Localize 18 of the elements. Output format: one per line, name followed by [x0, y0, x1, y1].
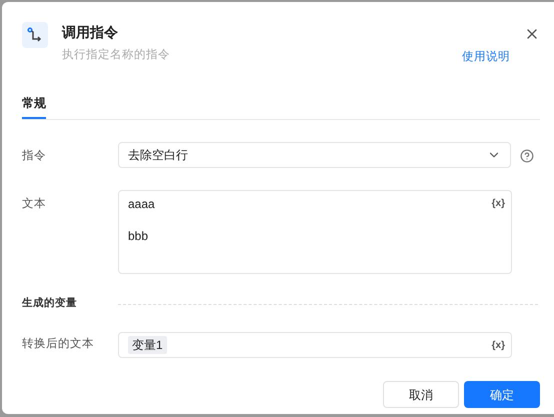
- tab[interactable]: 常规: [22, 94, 46, 120]
- field-label: 转换后的文本: [22, 336, 95, 352]
- cancel-button[interactable]: 取消: [383, 381, 459, 408]
- variable-field[interactable]: 变量1 {x}: [118, 332, 512, 358]
- section-title: 生成的变量: [22, 296, 78, 312]
- help-link[interactable]: 使用说明: [462, 49, 510, 66]
- command-select[interactable]: 去除空白行: [118, 142, 512, 168]
- dialog-subtitle: 执行指定名称的指令: [62, 48, 171, 62]
- dialog-title: 调用指令: [62, 23, 119, 41]
- variable-button[interactable]: {x}: [492, 338, 505, 352]
- field-label: 指令: [22, 148, 47, 164]
- variable-tag: 变量1: [128, 336, 167, 354]
- help-icon: [520, 149, 534, 164]
- text-area[interactable]: aaaa bbb {x}: [118, 190, 512, 274]
- variable-button[interactable]: {x}: [492, 196, 505, 274]
- field-label: 文本: [22, 196, 47, 212]
- confirm-button[interactable]: 确定: [464, 381, 540, 408]
- route-icon: [22, 22, 48, 48]
